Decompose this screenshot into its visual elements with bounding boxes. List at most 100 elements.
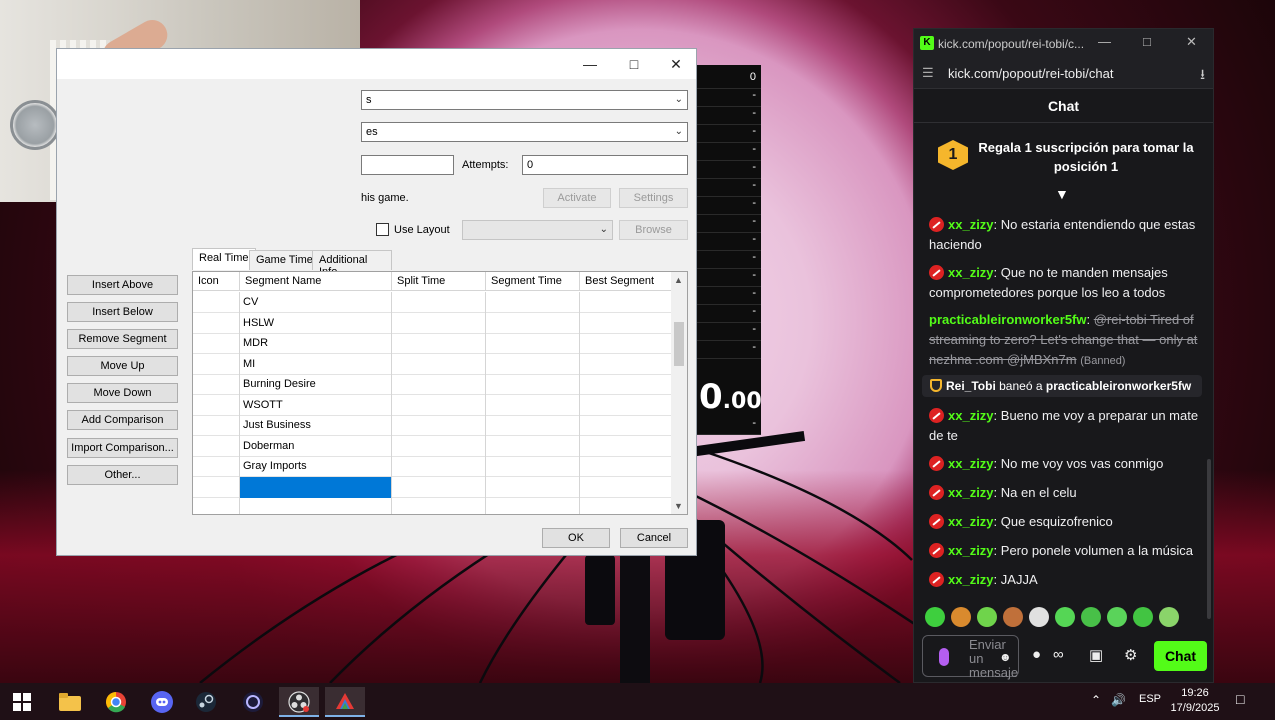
segment-name-cell[interactable]: CV — [240, 292, 392, 313]
segment-time-cell[interactable] — [486, 333, 580, 354]
best-segment-cell[interactable] — [580, 415, 673, 436]
icon-cell[interactable] — [193, 374, 240, 395]
taskbar-chrome[interactable] — [96, 687, 136, 717]
chat-username[interactable]: practicableironworker5fw — [929, 312, 1087, 327]
browse-button[interactable]: Browse — [619, 220, 688, 240]
segment-time-cell[interactable] — [486, 292, 580, 313]
taskbar-discord[interactable] — [142, 687, 182, 717]
tab-real-time[interactable]: Real Time — [192, 248, 256, 270]
icon-cell[interactable] — [193, 353, 240, 375]
chat-username[interactable]: xx_zizy — [948, 265, 994, 280]
split-time-cell[interactable] — [392, 456, 486, 477]
segment-time-cell[interactable] — [486, 394, 580, 416]
gift-icon[interactable]: ● — [1032, 646, 1041, 663]
table-row[interactable]: MDR — [193, 333, 673, 354]
segment-time-cell[interactable] — [486, 374, 580, 395]
moderator-name[interactable]: Rei_Tobi — [946, 379, 996, 393]
table-row[interactable]: Doberman — [193, 435, 673, 457]
chat-username[interactable]: xx_zizy — [948, 572, 994, 587]
split-time-cell[interactable] — [392, 497, 486, 514]
emoji-icon[interactable]: ☻ — [999, 650, 1012, 664]
icon-cell[interactable] — [193, 456, 240, 477]
close-icon[interactable]: ✕ — [1186, 34, 1197, 50]
segment-name-cell[interactable]: MDR — [240, 333, 392, 354]
tray-chevron-up-icon[interactable]: ⌃ — [1091, 693, 1101, 707]
emote-icon[interactable] — [1107, 607, 1127, 627]
segment-name-cell[interactable]: MI — [240, 353, 392, 375]
segment-name-cell[interactable]: Burning Desire — [240, 374, 392, 395]
add-comparison-button[interactable]: Add Comparison — [67, 410, 178, 430]
chat-username[interactable]: xx_zizy — [948, 485, 994, 500]
best-segment-cell[interactable] — [580, 497, 673, 514]
segment-name-cell-selected[interactable] — [240, 476, 392, 498]
table-row[interactable]: Just Business — [193, 415, 673, 436]
table-row[interactable] — [193, 497, 673, 514]
table-row[interactable]: WSOTT — [193, 394, 673, 416]
column-header-icon[interactable]: Icon — [193, 272, 240, 291]
offset-field[interactable] — [361, 155, 454, 175]
address-url[interactable]: kick.com/popout/rei-tobi/chat — [948, 66, 1113, 81]
split-time-cell[interactable] — [392, 374, 486, 395]
taskbar-clock[interactable]: 19:26 17/9/2025 — [1166, 686, 1224, 716]
scroll-up-icon[interactable]: ▲ — [674, 275, 683, 285]
table-row[interactable]: Gray Imports — [193, 456, 673, 477]
layout-combo[interactable]: ⌄ — [462, 220, 613, 240]
segment-time-cell[interactable] — [486, 312, 580, 334]
store-icon[interactable]: ▣ — [1089, 646, 1103, 664]
table-row[interactable]: Burning Desire — [193, 374, 673, 395]
segment-name-cell[interactable]: WSOTT — [240, 394, 392, 416]
emote-icon[interactable] — [1055, 607, 1075, 627]
collapse-icon[interactable]: ▼ — [1055, 186, 1069, 202]
maximize-icon[interactable]: □ — [1143, 34, 1151, 49]
tab-game-time[interactable]: Game Time — [249, 250, 320, 270]
emote-icon[interactable] — [1003, 607, 1023, 627]
start-button[interactable] — [2, 687, 42, 717]
input-language[interactable]: ESP — [1139, 693, 1161, 705]
scroll-down-icon[interactable]: ▼ — [674, 501, 683, 511]
volume-icon[interactable]: 🔊 — [1111, 693, 1126, 707]
split-time-cell[interactable] — [392, 292, 486, 313]
infinity-icon[interactable]: ∞ — [1053, 646, 1064, 663]
chat-username[interactable]: xx_zizy — [948, 456, 994, 471]
send-chat-button[interactable]: Chat — [1154, 641, 1207, 671]
segment-time-cell[interactable] — [486, 476, 580, 498]
insert-above-button[interactable]: Insert Above — [67, 275, 178, 295]
taskbar-app-circle[interactable] — [233, 687, 273, 717]
column-header-split-time[interactable]: Split Time — [392, 272, 486, 291]
emote-icon[interactable] — [1029, 607, 1049, 627]
minimize-icon[interactable]: — — [1098, 34, 1111, 49]
site-settings-icon[interactable]: ☰ — [922, 65, 934, 81]
column-header-best-segment[interactable]: Best Segment — [580, 272, 673, 291]
segment-time-cell[interactable] — [486, 456, 580, 477]
best-segment-cell[interactable] — [580, 394, 673, 416]
move-down-button[interactable]: Move Down — [67, 383, 178, 403]
segment-name-cell[interactable]: Doberman — [240, 435, 392, 457]
maximize-button[interactable]: □ — [612, 49, 656, 79]
split-time-cell[interactable] — [392, 435, 486, 457]
segment-time-cell[interactable] — [486, 497, 580, 514]
icon-cell[interactable] — [193, 333, 240, 354]
segment-name-cell[interactable] — [240, 497, 392, 514]
table-scrollbar[interactable]: ▲ ▼ — [671, 272, 687, 514]
cancel-button[interactable]: Cancel — [620, 528, 688, 548]
use-layout-checkbox[interactable] — [376, 223, 389, 236]
chat-username[interactable]: xx_zizy — [948, 514, 994, 529]
banned-user-name[interactable]: practicableironworker5fw — [1046, 379, 1191, 393]
table-row[interactable] — [193, 476, 673, 498]
icon-cell[interactable] — [193, 497, 240, 514]
import-comparison-button[interactable]: Import Comparison... — [67, 438, 178, 458]
tab-additional-info[interactable]: Additional Info — [312, 250, 392, 278]
split-time-cell[interactable] — [392, 394, 486, 416]
best-segment-cell[interactable] — [580, 456, 673, 477]
attempts-field[interactable]: 0 — [522, 155, 688, 175]
notification-icon[interactable]: □ — [1236, 691, 1244, 707]
icon-cell[interactable] — [193, 394, 240, 416]
icon-cell[interactable] — [193, 292, 240, 313]
minimize-button[interactable]: — — [568, 49, 612, 79]
download-icon[interactable]: ⭳ — [1200, 64, 1205, 88]
chat-username[interactable]: xx_zizy — [948, 543, 994, 558]
segment-time-cell[interactable] — [486, 353, 580, 375]
category-combo[interactable]: es ⌄ — [361, 122, 688, 142]
emote-icon[interactable] — [977, 607, 997, 627]
emote-icon[interactable] — [1159, 607, 1179, 627]
